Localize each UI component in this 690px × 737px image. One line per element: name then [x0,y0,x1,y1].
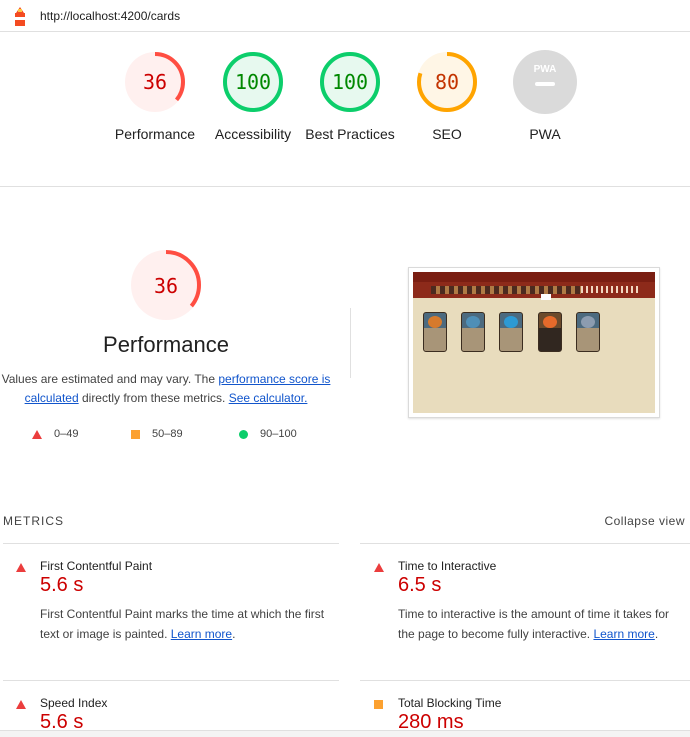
gauge-label-best-practices: Best Practices [305,126,395,142]
lighthouse-icon [15,7,25,26]
metric-title: First Contentful Paint [40,559,153,573]
performance-big-score: 36 [154,274,178,298]
divider [3,680,339,681]
legend-fail: 0–49 [32,428,78,440]
divider [360,543,690,544]
legend-average-range: 50–89 [152,428,183,440]
gauge-label-performance: Performance [114,126,196,142]
metric-title: Speed Index [40,696,108,710]
performance-description: Values are estimated and may vary. The p… [0,370,332,408]
learn-more-link[interactable]: Learn more [171,627,232,641]
fail-triangle-icon [374,563,384,572]
seo-score: 80 [435,70,459,94]
gauge-best-practices[interactable]: 100 Best Practices [300,50,400,144]
fail-triangle-icon [16,563,26,572]
metric-value: 6.5 s [398,574,442,596]
legend-pass-range: 90–100 [260,428,297,440]
see-calculator-link[interactable]: See calculator. [229,391,308,405]
performance-big-gauge: 36 [131,250,201,320]
legend-fail-range: 0–49 [54,428,79,440]
metric-value: 5.6 s [40,711,84,730]
gauge-accessibility[interactable]: 100 Accessibility [203,50,303,144]
metric-value: 5.6 s [40,574,84,596]
gauge-performance[interactable]: 36 Performance [105,50,205,144]
gauge-label-accessibility: Accessibility [214,126,292,142]
accessibility-score: 100 [235,70,271,94]
legend-average: 50–89 [131,428,183,440]
performance-gauge-ring: 36 [125,52,185,112]
metric-description: First Contentful Paint marks the time at… [40,607,325,641]
category-gauges: 36 Performance 100 Accessibility 100 Bes… [0,32,690,187]
metrics-heading: METRICS [3,514,64,528]
metric-total-blocking-time: Total Blocking Time 280 ms [361,696,681,730]
desc-prefix: Values are estimated and may vary. The [1,372,219,386]
metric-title: Time to Interactive [398,559,497,573]
performance-title: Performance [103,332,229,357]
collapse-view-toggle[interactable]: Collapse view [604,514,685,528]
best-practices-gauge-ring: 100 [320,52,380,112]
screenshot-image [413,272,655,413]
thumb-card [423,312,447,352]
metric-first-contentful-paint: First Contentful Paint 5.6 s First Conte… [3,559,324,669]
gauge-label-pwa: PWA [529,126,561,142]
final-screenshot-thumbnail[interactable] [408,267,660,418]
gauge-label-seo: SEO [432,126,462,142]
desc-middle: directly from these metrics. [78,391,229,405]
thumb-card [576,312,600,352]
learn-more-link[interactable]: Learn more [593,627,654,641]
divider [360,680,690,681]
metric-time-to-interactive: Time to Interactive 6.5 s Time to intera… [361,559,681,669]
thumb-card [461,312,485,352]
page-url: http://localhost:4200/cards [40,9,181,23]
url-bar: http://localhost:4200/cards [0,0,690,32]
gauge-seo[interactable]: 80 SEO [397,50,497,144]
gauge-pwa[interactable]: PWA PWA [495,50,595,144]
average-square-icon [131,429,140,439]
fail-triangle-icon [32,429,42,439]
pwa-badge-text: PWA [534,64,557,75]
performance-score: 36 [143,70,167,94]
accessibility-gauge-ring: 100 [223,52,283,112]
legend-pass: 90–100 [239,428,297,440]
metric-description: Time to interactive is the amount of tim… [398,607,669,641]
metric-speed-index: Speed Index 5.6 s [3,696,323,730]
best-practices-score: 100 [332,70,368,94]
divider [350,308,351,378]
metric-title: Total Blocking Time [398,696,502,710]
seo-gauge-ring: 80 [417,52,477,112]
divider [3,543,339,544]
pwa-badge-icon: PWA [513,50,577,114]
scroll-edge [0,730,690,737]
average-square-icon [374,700,383,709]
metric-value: 280 ms [398,711,464,730]
performance-summary: 36 Performance [0,240,332,358]
fail-triangle-icon [16,700,26,709]
thumb-card [538,312,562,352]
pass-circle-icon [239,429,248,439]
thumb-card [499,312,523,352]
